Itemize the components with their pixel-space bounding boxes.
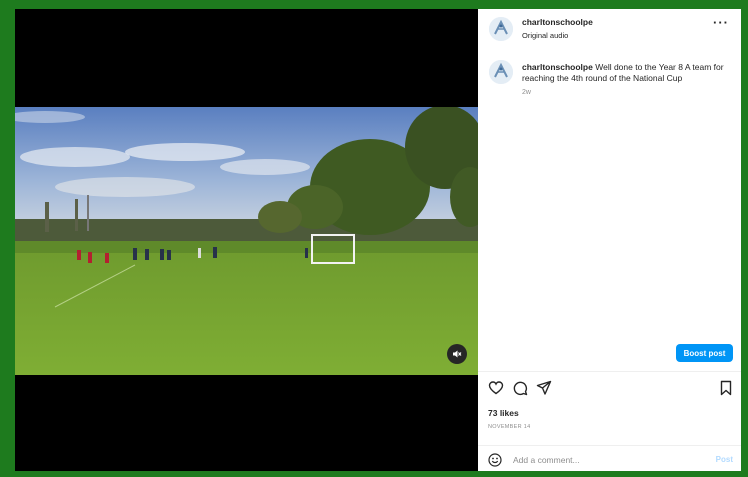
post-age[interactable]: 2w [522, 89, 531, 96]
post-sidebar: charltonschoolpe Original audio ··· char… [478, 9, 741, 471]
audio-label[interactable]: Original audio [522, 31, 568, 40]
share-icon[interactable] [536, 380, 552, 396]
avatar[interactable] [489, 17, 513, 41]
mute-button[interactable] [447, 344, 467, 364]
post-date: NOVEMBER 14 [488, 424, 531, 430]
bookmark-icon[interactable] [718, 380, 734, 396]
volume-muted-icon [453, 350, 462, 358]
video-player[interactable] [15, 9, 478, 471]
caption-username[interactable]: charltonschoolpe [522, 62, 593, 72]
comment-bar: Post [478, 445, 741, 471]
school-logo-icon [489, 17, 513, 41]
comment-icon[interactable] [512, 380, 528, 396]
comment-input[interactable] [513, 452, 683, 468]
likes-count[interactable]: 73 likes [488, 408, 519, 418]
heart-icon[interactable] [488, 380, 504, 396]
more-options-icon[interactable]: ··· [713, 15, 729, 30]
emoji-icon[interactable] [488, 453, 502, 467]
video-frame[interactable] [15, 107, 478, 375]
boost-post-button[interactable]: Boost post [676, 344, 733, 362]
football-pitch-scene [15, 107, 478, 375]
post-comment-button[interactable]: Post [716, 455, 733, 464]
caption-avatar[interactable] [489, 60, 513, 84]
header-username[interactable]: charltonschoolpe [522, 17, 593, 27]
window-frame: charltonschoolpe Original audio ··· char… [0, 0, 748, 477]
school-logo-icon [489, 60, 513, 84]
post-actions: 73 likes NOVEMBER 14 Post [478, 371, 741, 468]
post-caption: charltonschoolpe Well done to the Year 8… [522, 62, 732, 84]
post-header: charltonschoolpe Original audio ··· [478, 9, 741, 51]
post-dialog: charltonschoolpe Original audio ··· char… [15, 9, 741, 471]
